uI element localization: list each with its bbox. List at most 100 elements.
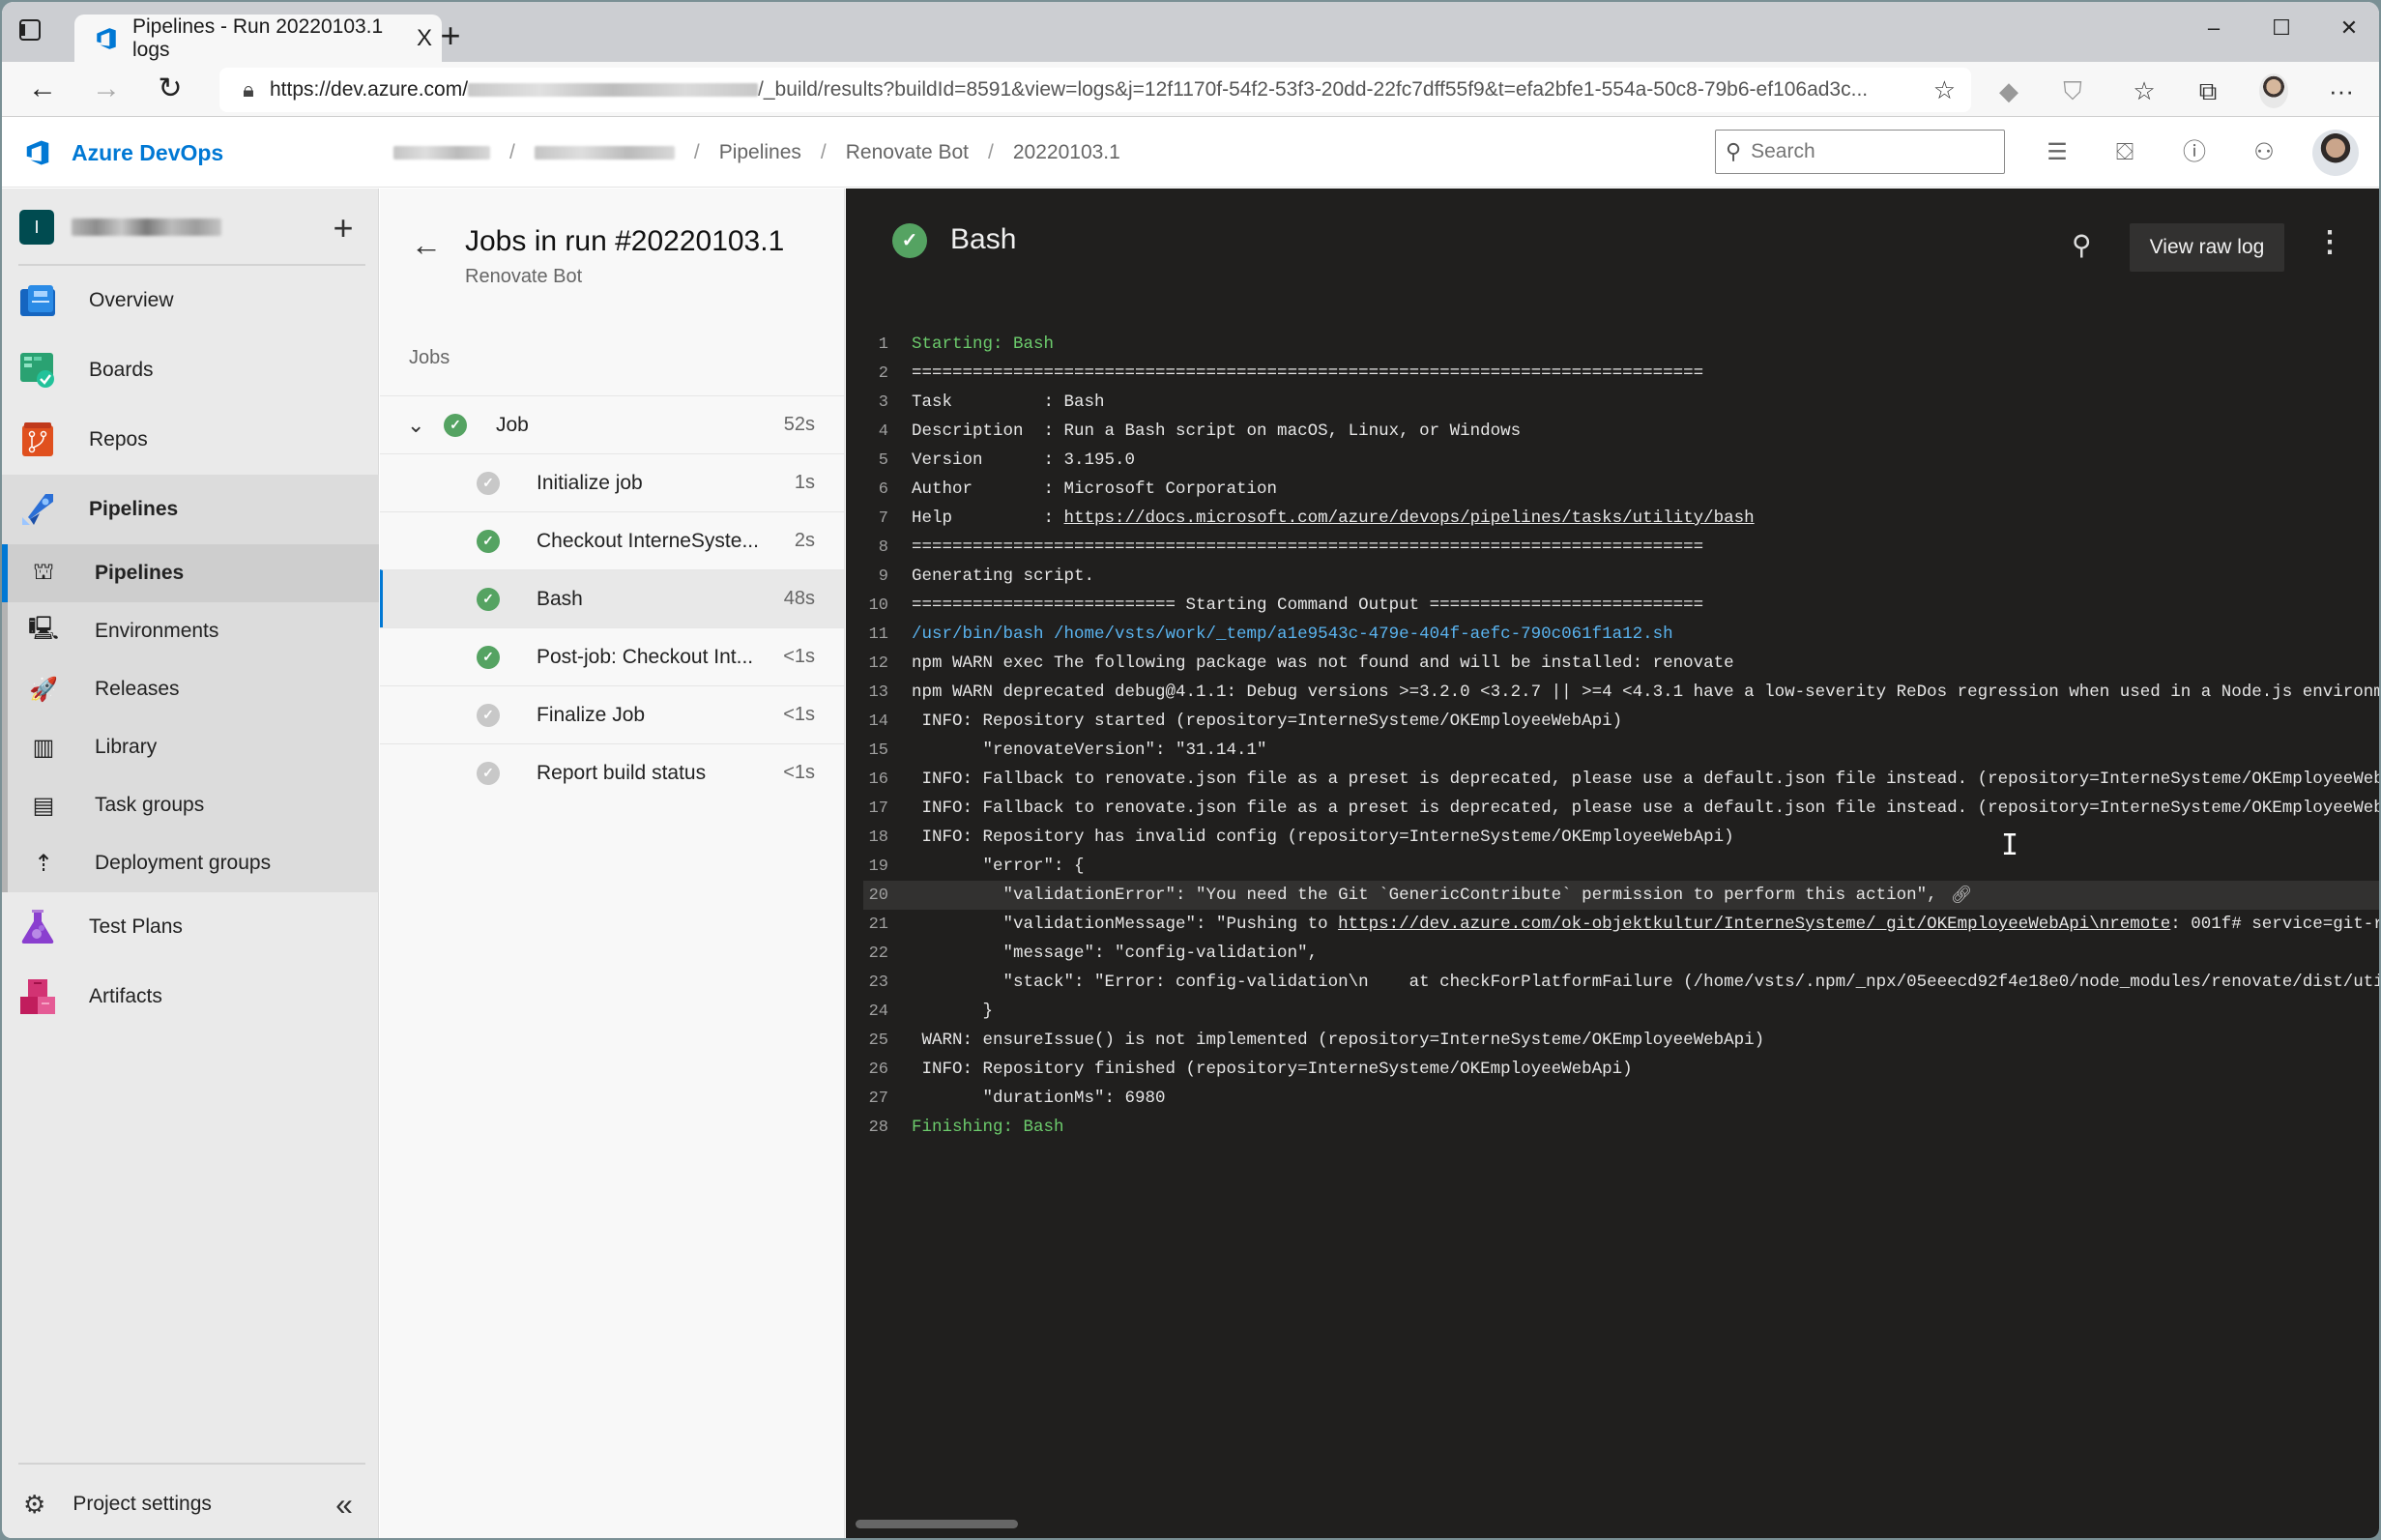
sidebar-item-repos[interactable]: Repos	[2, 409, 379, 471]
log-link[interactable]: https://dev.azure.com/ok-objektkultur/In…	[1338, 915, 2170, 934]
sidebar-subitem-deployment-groups[interactable]: ⇡ Deployment groups	[2, 834, 379, 892]
log-line[interactable]: 15 "renovateVersion": "31.14.1"	[846, 736, 2379, 765]
log-line[interactable]: 21 "validationMessage": "Pushing to http…	[846, 910, 2379, 939]
sidebar-item-test-plans[interactable]: Test Plans	[2, 896, 379, 958]
log-line[interactable]: 9 Generating script.	[846, 562, 2379, 591]
marketplace-bag-icon[interactable]: ⛋	[2105, 133, 2144, 172]
log-line[interactable]: 23 "stack": "Error: config-validation\n …	[846, 968, 2379, 997]
log-line[interactable]: 1 Starting: Bash	[846, 330, 2379, 359]
more-options-icon[interactable]: ⋮	[2315, 225, 2344, 259]
line-number[interactable]: 26	[846, 1061, 912, 1079]
breadcrumb-project-blurred[interactable]	[534, 146, 675, 160]
line-number[interactable]: 21	[846, 915, 912, 934]
log-line[interactable]: 26 INFO: Repository finished (repository…	[846, 1055, 2379, 1084]
log-line[interactable]: 27 "durationMs": 6980	[846, 1084, 2379, 1113]
log-line[interactable]: 22 "message": "config-validation",	[846, 939, 2379, 968]
back-icon[interactable]: ←	[23, 70, 62, 108]
line-number[interactable]: 13	[846, 683, 912, 702]
line-number[interactable]: 15	[846, 741, 912, 760]
sidebar-subitem-library[interactable]: ▥ Library	[2, 718, 379, 776]
line-number[interactable]: 9	[846, 567, 912, 586]
log-line[interactable]: 11/usr/bin/bash /home/vsts/work/_temp/a1…	[846, 620, 2379, 649]
line-number[interactable]: 16	[846, 770, 912, 789]
help-icon[interactable]: ⓘ	[2175, 133, 2214, 172]
sidebar-subitem-environments[interactable]: 🖳 Environments	[2, 602, 379, 660]
line-number[interactable]: 2	[846, 364, 912, 383]
log-line[interactable]: 5 Version : 3.195.0	[846, 446, 2379, 475]
line-number[interactable]: 24	[846, 1002, 912, 1021]
line-number[interactable]: 23	[846, 973, 912, 992]
line-number[interactable]: 20	[863, 886, 912, 905]
log-line[interactable]: 12 npm WARN exec The following package wa…	[846, 649, 2379, 678]
extension-icon[interactable]: ◆	[1989, 72, 2028, 110]
step-row[interactable]: ✓ Finalize Job <1s	[380, 685, 844, 743]
sidebar-subitem-task-groups[interactable]: ▤ Task groups	[2, 776, 379, 834]
pocket-icon[interactable]: ⛉	[2053, 72, 2092, 110]
sidebar-item-boards[interactable]: Boards	[2, 339, 379, 401]
line-number[interactable]: 19	[846, 857, 912, 876]
sidebar-item-artifacts[interactable]: Artifacts	[2, 966, 379, 1028]
step-row[interactable]: ✓ Report build status <1s	[380, 743, 844, 801]
project-header[interactable]: I +	[19, 206, 363, 248]
log-line[interactable]: 16 INFO: Fallback to renovate.json file …	[846, 765, 2379, 794]
log-line[interactable]: 20 "validationError": "You need the Git …	[863, 881, 2379, 910]
log-line[interactable]: 10 ========================== Starting Co…	[846, 591, 2379, 620]
step-row[interactable]: ✓ Bash 48s	[380, 569, 844, 627]
log-line[interactable]: 6 Author : Microsoft Corporation	[846, 475, 2379, 504]
log-search-icon[interactable]: ⚲	[2072, 229, 2092, 261]
profile-icon[interactable]	[2254, 72, 2293, 110]
job-row[interactable]: ⌄ ✓ Job 52s	[380, 395, 844, 453]
minimize-button[interactable]: –	[2185, 15, 2243, 48]
collections-icon[interactable]: ⧉	[2189, 72, 2227, 110]
browser-more-icon[interactable]: ···	[2322, 72, 2361, 110]
search-box[interactable]: ⚲	[1715, 130, 2005, 174]
view-raw-log-button[interactable]: View raw log	[2130, 223, 2284, 272]
log-content[interactable]: 1 Starting: Bash 2 ========================…	[846, 330, 2379, 1142]
log-line[interactable]: 19 "error": {	[846, 852, 2379, 881]
log-line[interactable]: 2 =======================================…	[846, 359, 2379, 388]
line-number[interactable]: 3	[846, 393, 912, 412]
line-number[interactable]: 17	[846, 799, 912, 818]
search-input[interactable]	[1751, 140, 1974, 163]
horizontal-scrollbar[interactable]	[856, 1520, 1018, 1528]
browser-tab-active[interactable]: Pipelines - Run 20220103.1 logs X	[74, 15, 442, 63]
line-number[interactable]: 10	[846, 596, 912, 615]
user-settings-icon[interactable]: ⚇	[2245, 133, 2283, 172]
tab-actions-icon[interactable]	[19, 19, 48, 46]
step-row[interactable]: ✓ Checkout InterneSyste... 2s	[380, 511, 844, 569]
url-text[interactable]: https://dev.azure.com/ /_build/results?bu…	[270, 78, 1868, 102]
line-number[interactable]: 6	[846, 480, 912, 499]
breadcrumb-run[interactable]: 20220103.1	[1013, 141, 1120, 164]
breadcrumb-pipelines[interactable]: Pipelines	[719, 141, 801, 164]
log-line[interactable]: 4 Description : Run a Bash script on macO…	[846, 417, 2379, 446]
log-link[interactable]: https://docs.microsoft.com/azure/devops/…	[1064, 508, 1755, 528]
log-line[interactable]: 8 =======================================…	[846, 533, 2379, 562]
line-number[interactable]: 11	[846, 625, 912, 644]
forward-icon[interactable]: →	[87, 70, 126, 108]
maximize-button[interactable]: ☐	[2252, 15, 2310, 48]
back-arrow-icon[interactable]: ←	[411, 227, 442, 263]
step-row[interactable]: ✓ Initialize job 1s	[380, 453, 844, 511]
project-settings-button[interactable]: ⚙ Project settings «	[2, 1470, 379, 1538]
address-bar[interactable]: 🔒︎ https://dev.azure.com/ /_build/results…	[219, 68, 1971, 112]
line-number[interactable]: 22	[846, 944, 912, 963]
line-number[interactable]: 14	[846, 712, 912, 731]
copy-link-icon[interactable]: 🔗︎	[1951, 886, 1972, 906]
line-number[interactable]: 5	[846, 451, 912, 470]
sidebar-item-overview[interactable]: Overview	[2, 270, 379, 332]
sidebar-subitem-pipelines[interactable]: ⛫ Pipelines	[2, 544, 379, 602]
line-number[interactable]: 28	[846, 1119, 912, 1137]
line-number[interactable]: 4	[846, 422, 912, 441]
line-number[interactable]: 12	[846, 654, 912, 673]
lock-icon[interactable]: 🔒︎	[227, 77, 270, 102]
user-avatar[interactable]	[2312, 130, 2359, 176]
chevron-down-icon[interactable]: ⌄	[407, 413, 436, 438]
work-items-icon[interactable]: ☰	[2038, 133, 2076, 172]
add-new-button[interactable]: +	[324, 208, 363, 248]
line-number[interactable]: 7	[846, 509, 912, 528]
log-line[interactable]: 14 INFO: Repository started (repository=…	[846, 707, 2379, 736]
step-row[interactable]: ✓ Post-job: Checkout Int... <1s	[380, 627, 844, 685]
reload-icon[interactable]: ↻	[151, 70, 189, 108]
log-line[interactable]: 18 INFO: Repository has invalid config (…	[846, 823, 2379, 852]
ado-home-link[interactable]: Azure DevOps	[23, 137, 223, 168]
